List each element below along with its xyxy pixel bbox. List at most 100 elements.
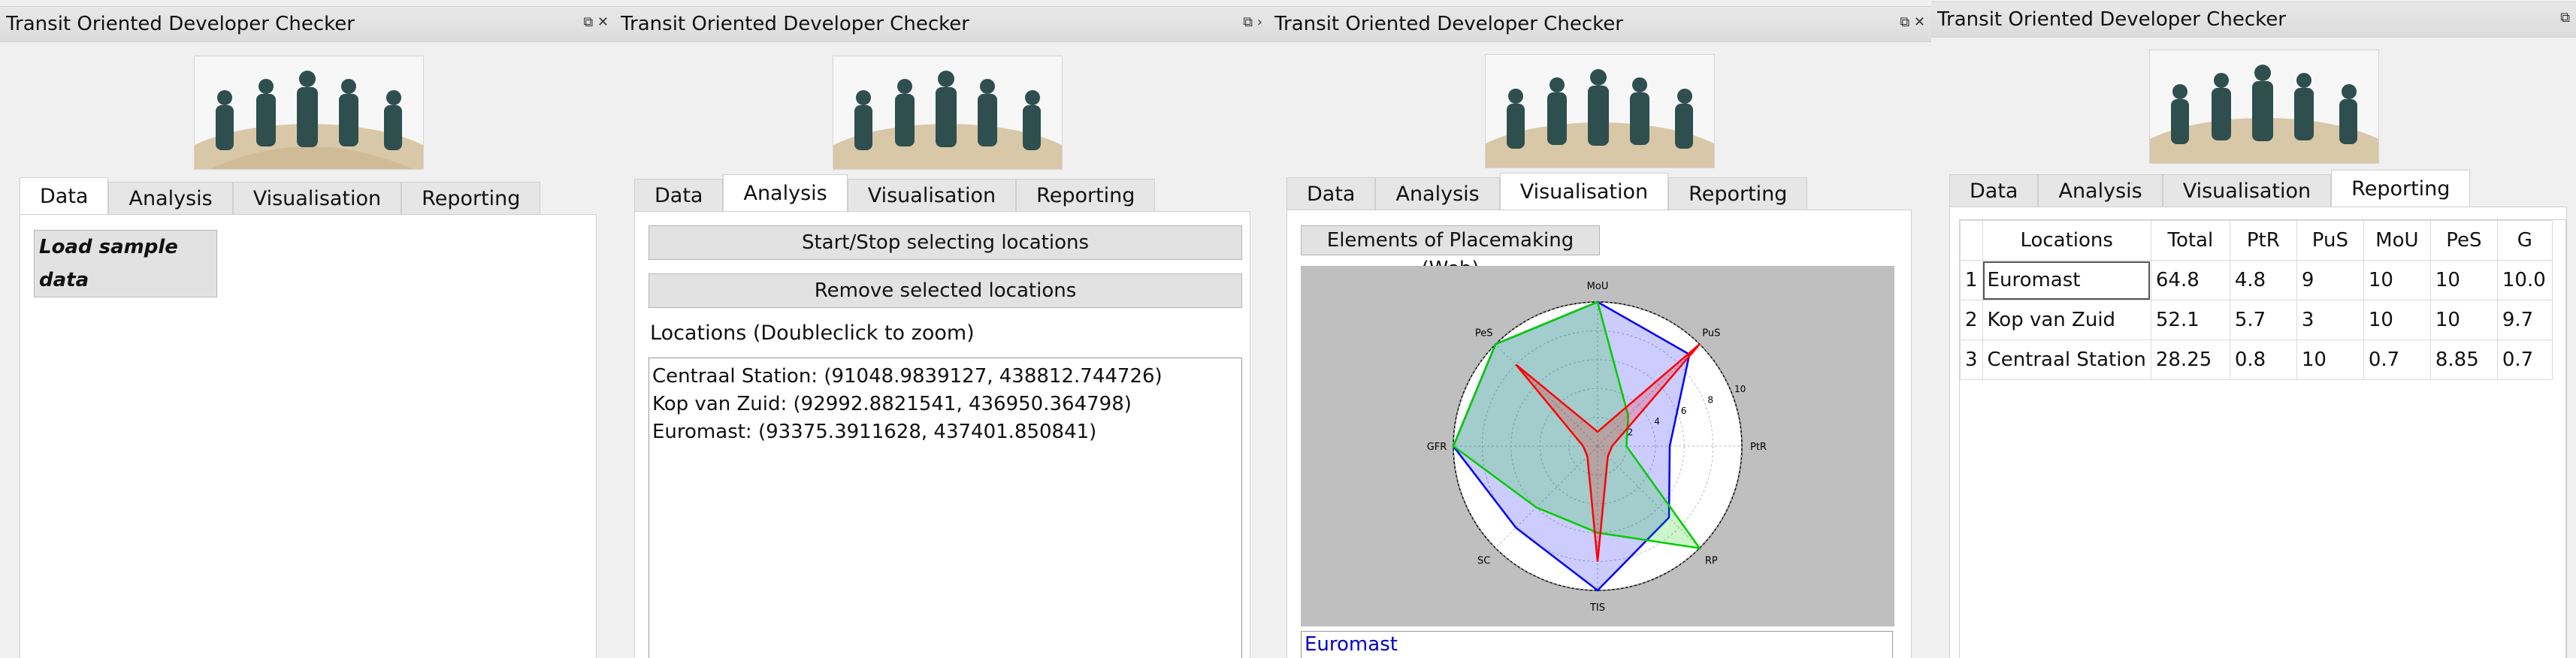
titlebar-buttons: ⧉ › [1243,14,1262,30]
tab-visualisation[interactable]: Visualisation [2162,174,2332,208]
logo-image [194,56,424,170]
arrow-icon: › [1256,14,1262,30]
titlebar[interactable]: Transit Oriented Developer Checker ⧉ › [615,6,1268,42]
list-item[interactable]: Kop van Zuid: (92992.8821541, 436950.364… [652,391,1238,418]
table-cell[interactable]: 10 [2363,300,2431,340]
table-cell[interactable]: Centraal Station [1982,340,2151,380]
panel-data: Transit Oriented Developer Checker ⧉ ✕ D… [0,0,615,658]
close-icon[interactable]: ✕ [597,14,609,30]
table-row[interactable]: 3 Centraal Station 28.25 0.8 10 0.7 8.85… [1960,340,2553,380]
axis-label: PuS [1702,328,1720,340]
window-title: Transit Oriented Developer Checker [1937,8,2286,31]
titlebar[interactable]: Transit Oriented Developer Checker ⧉ ✕ [1268,6,1931,42]
tab-analysis[interactable]: Analysis [723,174,848,213]
axis-label: TIS [1589,602,1605,614]
column-header[interactable]: PeS [2429,220,2498,261]
tab-analysis[interactable]: Analysis [1375,177,1500,211]
radial-tick-label: 10 [1734,384,1746,394]
column-header[interactable]: G [2496,220,2553,261]
close-icon[interactable]: ✕ [1914,14,1925,30]
tab-visualisation[interactable]: Visualisation [847,179,1017,213]
window-title: Transit Oriented Developer Checker [6,13,355,35]
column-header[interactable]: Total [2150,220,2230,261]
tab-page: Locations Total PtR PuS MoU PeS G 1 Euro… [1949,207,2567,658]
table-cell[interactable]: Euromast [1982,260,2151,300]
start-stop-selecting-button[interactable]: Start/Stop selecting locations [649,225,1242,260]
table-cell[interactable]: 5.7 [2229,300,2297,340]
table-cell[interactable]: 10 [2429,300,2498,340]
axis-label: PtR [1750,442,1767,453]
float-icon[interactable]: ⧉ [583,14,593,30]
tab-reporting[interactable]: Reporting [401,182,541,216]
report-table-container[interactable]: Locations Total PtR PuS MoU PeS G 1 Euro… [1959,219,2566,658]
tab-reporting[interactable]: Reporting [1016,179,1156,213]
tab-page: Load sample data [20,214,597,658]
column-header[interactable]: PuS [2296,220,2364,261]
legend-euromast: Euromast [1305,633,1398,656]
table-cell[interactable]: 8.85 [2429,340,2498,380]
table-cell[interactable]: 10.0 [2496,260,2553,300]
table-cell[interactable]: 10 [2296,340,2364,380]
table-row[interactable]: 1 Euromast 64.8 4.8 9 10 10 10.0 [1960,260,2553,300]
table-cell[interactable]: 9.7 [2496,300,2553,340]
axis-label: RP [1705,555,1718,566]
tab-bar: Data Analysis Visualisation Reporting [1949,170,2471,208]
tab-reporting[interactable]: Reporting [1668,177,1808,211]
tab-reporting[interactable]: Reporting [2331,170,2471,208]
tab-data[interactable]: Data [1286,177,1376,211]
table-cell[interactable]: 10 [2429,260,2498,300]
tab-bar: Data Analysis Visualisation Reporting [1286,173,1808,211]
axis-label: SC [1477,555,1490,566]
list-item[interactable]: Centraal Station: (91048.9839127, 438812… [652,363,1238,391]
logo-image [833,56,1063,170]
locations-list[interactable]: Centraal Station: (91048.9839127, 438812… [649,358,1242,658]
locations-label: Locations (Doubleclick to zoom) [650,321,975,345]
float-icon[interactable]: ⧉ [1243,14,1253,30]
table-cell[interactable]: 9 [2296,260,2364,300]
tab-bar: Data Analysis Visualisation Reporting [20,177,541,216]
radial-tick-label: 6 [1681,406,1687,416]
table-cell[interactable]: 0.8 [2229,340,2297,380]
remove-selected-button[interactable]: Remove selected locations [649,273,1242,308]
tab-analysis[interactable]: Analysis [108,182,233,216]
tab-data[interactable]: Data [634,179,724,213]
axis-label: MoU [1587,281,1609,292]
titlebar-buttons: ⧉ ✕ [1900,14,1925,30]
panel-analysis: Transit Oriented Developer Checker ⧉ › D… [615,0,1268,658]
table-cell[interactable]: 52.1 [2150,300,2230,340]
table-cell[interactable]: 4.8 [2229,260,2297,300]
chart-type-button[interactable]: Elements of Placemaking (Web) [1301,225,1600,280]
tab-visualisation[interactable]: Visualisation [232,182,402,216]
tab-visualisation[interactable]: Visualisation [1499,173,1669,211]
tab-data[interactable]: Data [20,177,109,216]
radial-tick-label: 8 [1707,394,1713,405]
titlebar[interactable]: Transit Oriented Developer Checker ⧉ ✕ [0,6,615,42]
corner-cell [1960,220,1983,261]
table-cell[interactable]: 3 [2296,300,2364,340]
table-cell[interactable]: 10 [2363,260,2431,300]
column-header[interactable]: Locations [1982,220,2151,261]
table-row[interactable]: 2 Kop van Zuid 52.1 5.7 3 10 10 9.7 [1960,300,2553,340]
titlebar-buttons: ⧉ ✕ [583,14,609,30]
titlebar-buttons: ⧉ [2560,10,2570,26]
float-icon[interactable]: ⧉ [1900,14,1909,30]
panel-reporting: Transit Oriented Developer Checker ⧉ Dat… [1931,0,2576,658]
load-sample-data-button[interactable]: Load sample data [34,230,217,297]
list-item[interactable]: Euromast: (93375.3911628, 437401.850841) [652,418,1238,446]
column-header[interactable]: MoU [2363,220,2431,261]
table-cell[interactable]: 28.25 [2150,340,2230,380]
axis-label: PeS [1475,328,1493,340]
axis-label: GFR [1427,442,1447,453]
row-index: 3 [1960,340,1983,380]
window-title: Transit Oriented Developer Checker [621,13,969,35]
table-cell[interactable]: 64.8 [2150,260,2230,300]
tab-analysis[interactable]: Analysis [2038,174,2163,208]
tab-data[interactable]: Data [1949,174,2039,208]
table-cell[interactable]: Kop van Zuid [1982,300,2151,340]
titlebar[interactable]: Transit Oriented Developer Checker ⧉ [1931,2,2576,38]
row-index: 1 [1960,260,1983,300]
column-header[interactable]: PtR [2229,220,2297,261]
table-cell[interactable]: 0.7 [2496,340,2553,380]
table-cell[interactable]: 0.7 [2363,340,2431,380]
float-icon[interactable]: ⧉ [2560,10,2570,26]
